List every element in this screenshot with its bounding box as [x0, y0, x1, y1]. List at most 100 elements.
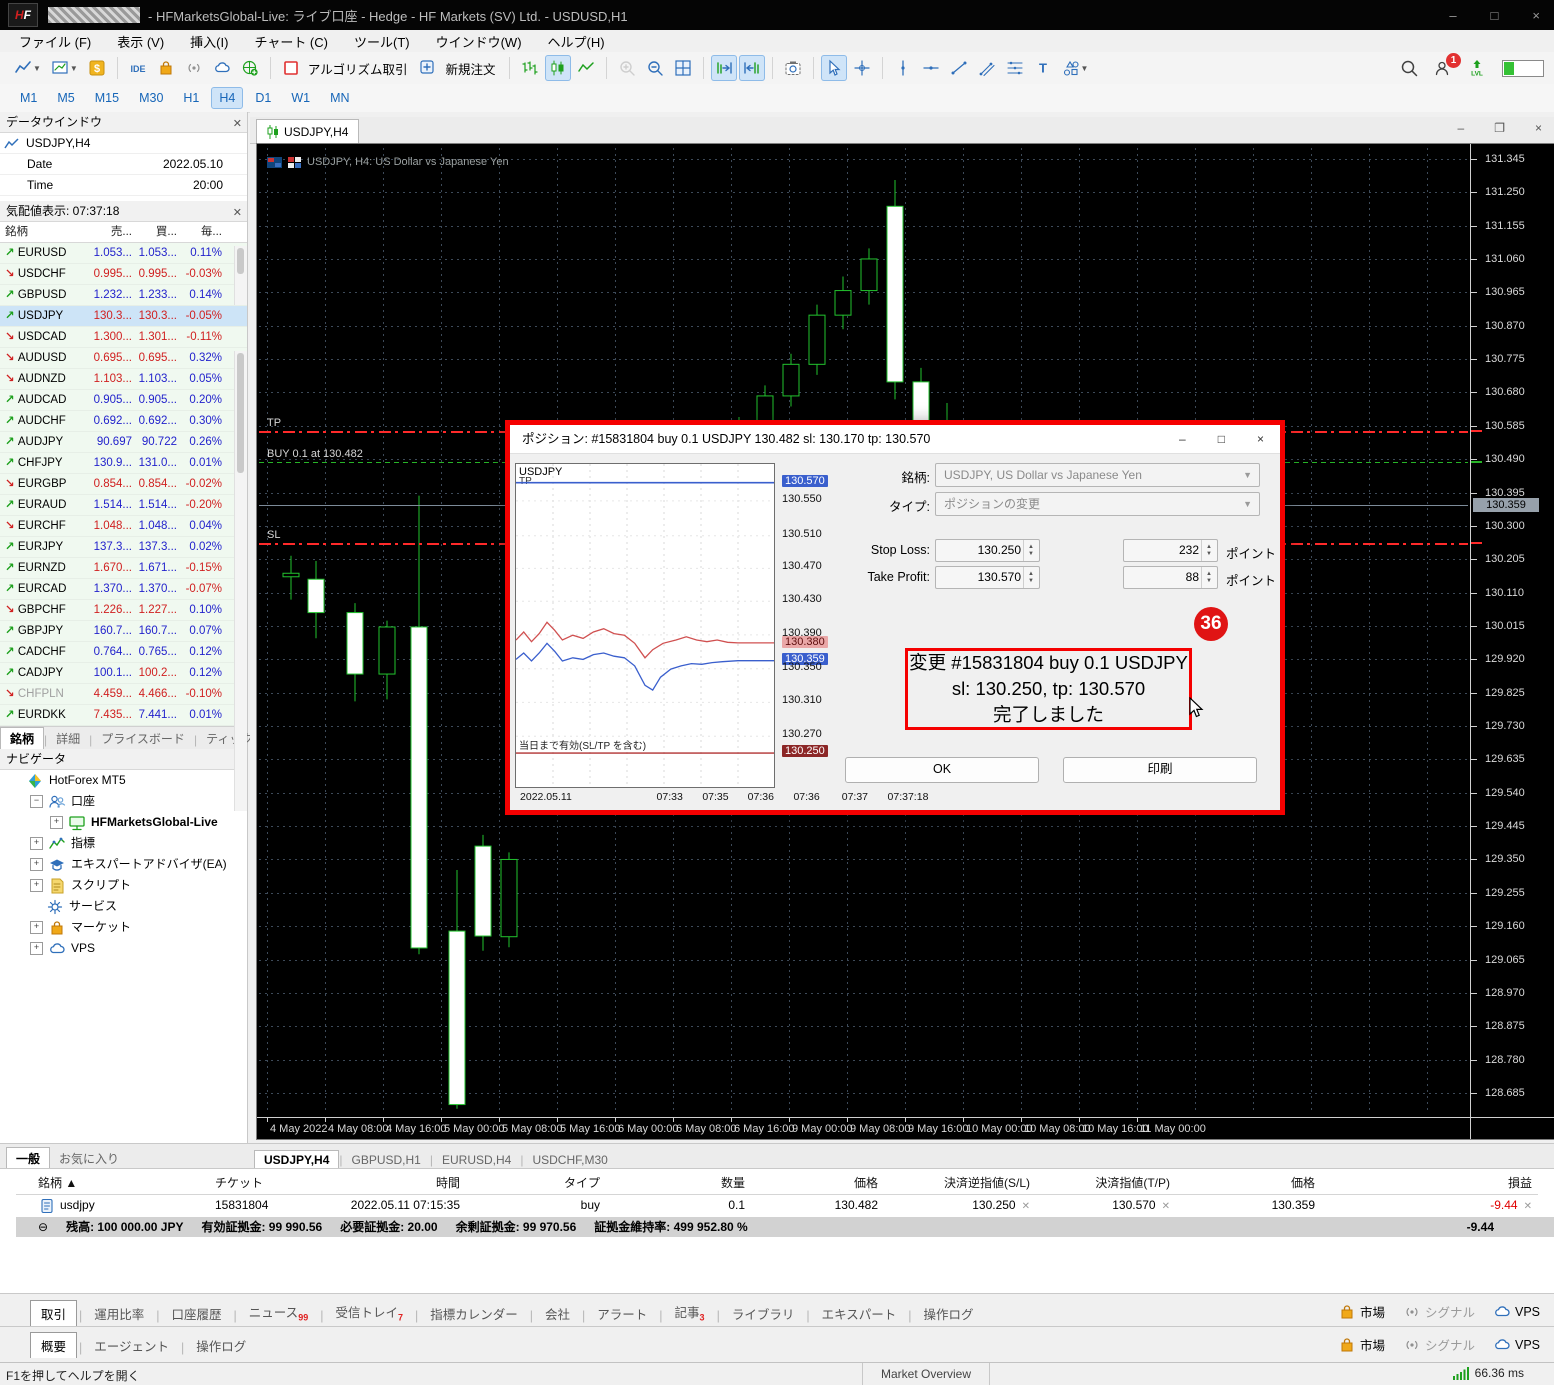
market-watch-row-EURAUD[interactable]: ↗ EURAUD1.514...1.514...-0.20% [0, 495, 247, 516]
chart-shift-icon[interactable] [739, 55, 765, 81]
horizontal-line-icon[interactable] [918, 55, 944, 81]
toolbox-tab-5[interactable]: 指標カレンダー [420, 1301, 528, 1326]
print-button[interactable]: 印刷 [1063, 757, 1257, 783]
spinner-arrows-icon[interactable]: ▲▼ [1201, 540, 1216, 561]
lvl-icon[interactable]: LVL [1468, 59, 1486, 77]
toolbox-column-3[interactable]: タイプ [460, 1173, 606, 1195]
toolbox-column-8[interactable]: 価格 [1170, 1173, 1321, 1195]
stop-loss-price-input[interactable]: 130.250 ▲▼ [935, 539, 1040, 562]
market-watch-tab-1[interactable]: 詳細 [47, 728, 89, 749]
data-window-close-icon[interactable]: ✕ [233, 114, 242, 134]
toolbox-tab-2[interactable]: 口座履歴 [162, 1301, 232, 1326]
chart-type-icon[interactable]: ▼ [10, 55, 45, 81]
expand-icon[interactable]: + [30, 942, 43, 955]
toolbox-column-9[interactable]: 損益 [1315, 1173, 1538, 1195]
vps-cloud-icon[interactable] [209, 55, 235, 81]
timeframe-M30[interactable]: M30 [131, 87, 171, 109]
vertical-line-icon[interactable] [890, 55, 916, 81]
timeframe-M5[interactable]: M5 [49, 87, 82, 109]
line-icon[interactable] [573, 55, 599, 81]
menu-item[interactable]: 表示 (V) [104, 30, 177, 53]
market-watch-tab-2[interactable]: プライスボード [92, 728, 194, 749]
toolbox-tab-4[interactable]: 受信トレイ7 [325, 1299, 413, 1326]
shapes-icon[interactable]: ▼ [1058, 55, 1093, 81]
zoom-in-icon[interactable] [614, 55, 640, 81]
navigator-item[interactable]: +HFMarketsGlobal-Live [0, 812, 247, 833]
bottom-signals-button[interactable]: シグナル [1403, 1335, 1475, 1354]
minimize-button[interactable]: – [1449, 8, 1456, 23]
toolbox-tab-11[interactable]: 操作ログ [913, 1301, 983, 1326]
timeframe-D1[interactable]: D1 [247, 87, 279, 109]
remove-level-icon[interactable]: ✕ [1162, 1201, 1170, 1212]
menu-item[interactable]: ツール(T) [341, 30, 423, 53]
chart-close-button[interactable]: × [1535, 121, 1542, 135]
market-watch-row-EURUSD[interactable]: ↗ EURUSD1.053...1.053...0.11% [0, 243, 247, 264]
take-profit-price-input[interactable]: 130.570 ▲▼ [935, 566, 1040, 589]
type-combobox[interactable]: ポジションの変更▼ [935, 492, 1260, 516]
new-chart-icon[interactable]: ▼ [47, 55, 82, 81]
bottom-signals-button[interactable]: シグナル [1403, 1302, 1475, 1321]
market-watch-row-AUDUSD[interactable]: ↘ AUDUSD0.695...0.695...0.32% [0, 348, 247, 369]
timeframe-W1[interactable]: W1 [283, 87, 318, 109]
bottom-market-button[interactable]: 市場 [1338, 1335, 1385, 1354]
toolbox-tab-10[interactable]: エキスパート [812, 1301, 907, 1326]
trendline-icon[interactable] [946, 55, 972, 81]
toolbox-tab-8[interactable]: 記事3 [665, 1299, 715, 1326]
market-watch-row-EURJPY[interactable]: ↗ EURJPY137.3...137.3...0.02% [0, 537, 247, 558]
notifications-icon[interactable]: 1 [1434, 59, 1452, 77]
ide-icon[interactable]: IDE [125, 55, 151, 81]
chart-price-scale[interactable]: 131.345131.250131.155131.060130.965130.8… [1470, 144, 1554, 1139]
community-icon[interactable] [237, 55, 263, 81]
market-watch-row-EURNZD[interactable]: ↗ EURNZD1.670...1.671...-0.15% [0, 558, 247, 579]
tester-tab-1[interactable]: エージェント [84, 1333, 179, 1358]
search-icon[interactable] [1400, 59, 1418, 77]
timeframe-M1[interactable]: M1 [12, 87, 45, 109]
bottom-vps-button[interactable]: VPS [1493, 1303, 1540, 1321]
toolbox-tab-7[interactable]: アラート [587, 1301, 657, 1326]
navigator-tab-0[interactable]: 一般 [6, 1147, 50, 1169]
toolbox-column-5[interactable]: 価格 [745, 1173, 884, 1195]
menu-item[interactable]: チャート (C) [241, 30, 341, 53]
take-profit-points-input[interactable]: 88 ▲▼ [1123, 566, 1218, 589]
dialog-close-button[interactable]: × [1257, 425, 1264, 453]
toolbox-column-0[interactable]: 銘柄 ▲ [16, 1173, 227, 1195]
menu-item[interactable]: ファイル (F) [6, 30, 104, 53]
algo-trading-icon[interactable] [278, 55, 304, 81]
expand-icon[interactable]: + [50, 816, 63, 829]
menu-item[interactable]: ヘルプ(H) [535, 30, 618, 53]
column-buy[interactable]: 買... [133, 222, 177, 242]
data-window-symbol-row[interactable]: USDJPY,H4 [0, 133, 247, 154]
channel-icon[interactable] [974, 55, 1000, 81]
close-position-icon[interactable]: ✕ [1524, 1201, 1532, 1212]
spinner-arrows-icon[interactable]: ▲▼ [1201, 567, 1216, 588]
market-watch-row-AUDCHF[interactable]: ↗ AUDCHF0.692...0.692...0.30% [0, 411, 247, 432]
spinner-arrows-icon[interactable]: ▲▼ [1023, 567, 1038, 588]
menu-item[interactable]: ウインドウ(W) [423, 30, 535, 53]
data-window-scrollbar[interactable] [234, 246, 247, 305]
expand-icon[interactable]: + [30, 858, 43, 871]
column-daily-change[interactable]: 毎... [178, 222, 222, 242]
market-watch-row-CADCHF[interactable]: ↗ CADCHF0.764...0.765...0.12% [0, 642, 247, 663]
toolbox-column-4[interactable]: 数量 [600, 1173, 751, 1195]
timeframe-H1[interactable]: H1 [175, 87, 207, 109]
market-watch-row-CHFJPY[interactable]: ↗ CHFJPY130.9...131.0...0.01% [0, 453, 247, 474]
market-watch-row-AUDJPY[interactable]: ↗ AUDJPY90.69790.7220.26% [0, 432, 247, 453]
market-watch-row-GBPCHF[interactable]: ↘ GBPCHF1.226...1.227...0.10% [0, 600, 247, 621]
navigator-item[interactable]: +VPS [0, 938, 247, 959]
navigator-item[interactable]: +スクリプト [0, 875, 247, 896]
tester-tab-0[interactable]: 概要 [30, 1332, 77, 1358]
screenshot-icon[interactable] [780, 55, 806, 81]
chart-tab-GBPUSDH1[interactable]: GBPUSD,H1 [343, 1151, 430, 1169]
toolbar-algo-trading-label[interactable]: アルゴリズム取引 [308, 59, 408, 78]
market-watch-row-GBPJPY[interactable]: ↗ GBPJPY160.7...160.7...0.07% [0, 621, 247, 642]
toolbox-column-2[interactable]: 時間 [335, 1173, 466, 1195]
auto-scroll-icon[interactable] [711, 55, 737, 81]
ok-button[interactable]: OK [845, 757, 1039, 783]
bars-icon[interactable] [517, 55, 543, 81]
toolbar-new-order-label[interactable]: 新規注文 [445, 59, 495, 78]
market-watch-row-EURCAD[interactable]: ↗ EURCAD1.370...1.370...-0.07% [0, 579, 247, 600]
market-watch-row-CADJPY[interactable]: ↗ CADJPY100.1...100.2...0.12% [0, 663, 247, 684]
timeframe-H4[interactable]: H4 [211, 87, 243, 109]
market-watch-row-GBPUSD[interactable]: ↗ GBPUSD1.232...1.233...0.14% [0, 285, 247, 306]
status-market-overview[interactable]: Market Overview [862, 1363, 990, 1385]
